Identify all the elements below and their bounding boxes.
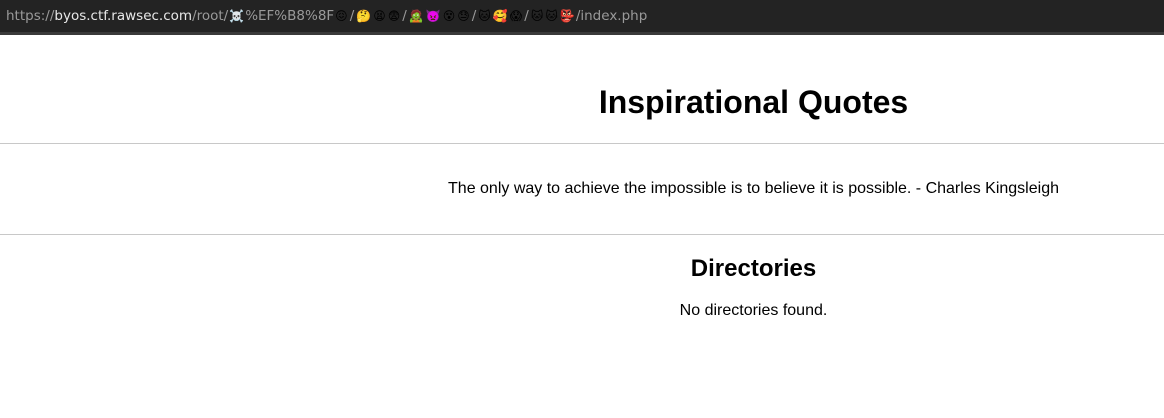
angry-devil-icon: 👿 [425,9,441,23]
address-bar[interactable]: https:// byos.ctf.rawsec.com /root/ ☠️ %… [0,0,1164,35]
skull-crossbones-icon: ☠️ [229,9,245,23]
url-scheme: https:// [6,8,55,24]
url-separator: / [471,8,477,24]
url-file: /index.php [575,8,648,24]
divider [0,143,1164,144]
divider [0,234,1164,235]
confounded-face-icon: 😖 [335,9,348,23]
url-separator: / [349,8,355,24]
page-title: Inspirational Quotes [598,84,909,120]
dizzy-face-icon: 😵 [442,9,456,23]
downcast-sweat-face-icon: 😓 [457,9,470,23]
zombie-icon: 🧟 [408,9,424,23]
cat-face-icon: 🐱 [478,9,491,23]
smiling-hearts-face-icon: 🥰 [492,9,508,23]
url-encoded-text: %EF%B8%8F [245,8,335,24]
cat-face-icon: 🐱 [530,9,544,23]
quote-text: The only way to achieve the impossible i… [448,180,1059,197]
cat-face-icon: 🐱 [545,9,558,23]
fearful-face-icon: 😨 [387,9,401,23]
url-separator: / [402,8,407,24]
goblin-mask-icon: 👺 [559,9,575,23]
url-host: byos.ctf.rawsec.com [54,8,193,24]
thinking-face-icon: 🤔 [356,9,372,23]
directories-heading: Directories [690,255,817,282]
directories-empty-message: No directories found. [679,302,828,319]
screaming-face-icon: 😱 [509,9,523,23]
tired-face-icon: 😫 [373,9,386,23]
url-separator: / [524,8,529,24]
url-path-prefix: /root/ [192,8,229,24]
